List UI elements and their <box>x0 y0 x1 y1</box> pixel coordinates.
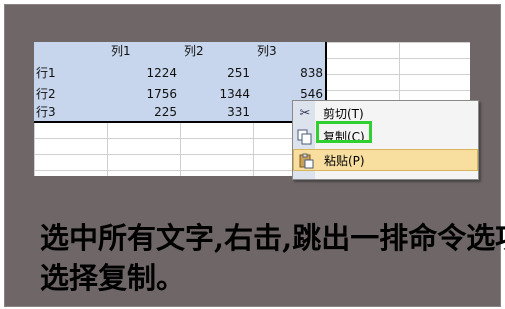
column-header-2: 列2 <box>184 44 204 58</box>
row-label: 行1 <box>36 66 56 80</box>
row-label: 行2 <box>36 87 56 101</box>
column-header-3: 列3 <box>257 44 277 58</box>
copy-highlight-box <box>316 121 372 143</box>
table-cell[interactable]: 1344 <box>180 86 250 102</box>
table-cell[interactable]: 1224 <box>107 65 177 81</box>
menu-item-label: 剪切(T) <box>323 107 364 121</box>
table-cell[interactable]: 251 <box>180 65 250 81</box>
column-header-1: 列1 <box>111 44 131 58</box>
copy-icon <box>297 129 313 145</box>
paste-icon <box>298 153 314 169</box>
menu-item-paste[interactable]: 粘贴(P) <box>293 149 478 171</box>
table-cell[interactable]: 838 <box>253 65 323 81</box>
menu-item-label: 粘贴(P) <box>324 154 365 168</box>
row-label: 行3 <box>36 105 56 119</box>
table-cell[interactable]: 1756 <box>107 86 177 102</box>
table-cell[interactable]: 331 <box>180 104 250 120</box>
caption-line-2: 选择复制。 <box>40 261 186 295</box>
scissors-icon: ✂ <box>299 106 311 121</box>
table-cell[interactable]: 225 <box>107 104 177 120</box>
caption-line-1: 选中所有文字,右击,跳出一排命令选项 <box>40 221 505 255</box>
